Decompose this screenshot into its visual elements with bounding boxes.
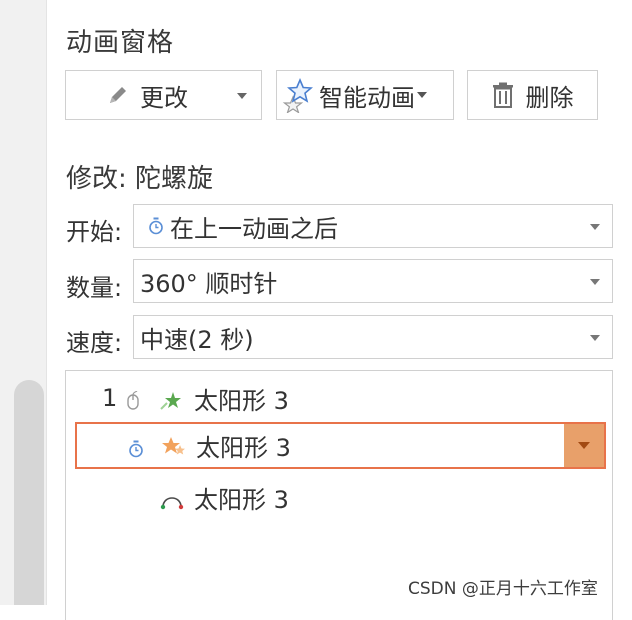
pencil-icon <box>106 83 130 107</box>
motion-path-arc-icon <box>160 488 184 516</box>
amount-label: 数量: <box>66 274 123 302</box>
chevron-down-icon[interactable] <box>590 279 600 285</box>
scrollbar-track[interactable] <box>0 0 46 605</box>
delete-label: 删除 <box>525 83 574 112</box>
panel-divider <box>46 0 47 605</box>
chevron-down-icon[interactable] <box>417 92 427 98</box>
entrance-star-icon <box>160 389 182 417</box>
clock-icon <box>148 217 164 235</box>
animation-list-item[interactable]: 太阳形 3 <box>66 474 612 520</box>
speed-value: 中速(2 秒) <box>140 325 254 354</box>
scrollbar-thumb[interactable] <box>14 380 44 605</box>
trash-icon <box>492 82 514 108</box>
change-effect-label: 更改 <box>140 83 188 112</box>
mouse-click-icon <box>126 389 142 417</box>
smart-star-icon <box>281 77 313 113</box>
emphasis-star-icon <box>161 435 185 463</box>
animation-list-item[interactable]: 1 太阳形 3 <box>66 375 612 421</box>
modify-title: 修改: 陀螺旋 <box>66 164 214 194</box>
smart-animation-label: 智能动画 <box>319 83 415 112</box>
amount-value: 360° 顺时针 <box>140 269 278 298</box>
delete-button[interactable]: 删除 <box>467 70 598 120</box>
pane-title: 动画窗格 <box>66 28 175 58</box>
start-select[interactable]: 在上一动画之后 <box>133 204 613 248</box>
speed-label: 速度: <box>66 329 123 357</box>
smart-animation-button[interactable]: 智能动画 <box>276 70 454 120</box>
chevron-down-icon <box>578 442 590 449</box>
watermark: CSDN @正月十六工作室 <box>408 579 598 599</box>
clock-icon <box>128 436 144 464</box>
animation-name: 太阳形 3 <box>196 434 291 462</box>
start-value: 在上一动画之后 <box>170 214 338 243</box>
start-label: 开始: <box>66 218 123 246</box>
animation-name: 太阳形 3 <box>194 386 289 415</box>
chevron-down-icon[interactable] <box>237 93 247 99</box>
item-dropdown-button[interactable] <box>564 424 604 467</box>
chevron-down-icon[interactable] <box>590 335 600 341</box>
change-effect-button[interactable]: 更改 <box>65 70 262 120</box>
animation-name: 太阳形 3 <box>194 485 289 514</box>
amount-select[interactable]: 360° 顺时针 <box>133 259 613 303</box>
animation-list-item-selected[interactable]: 太阳形 3 <box>75 422 606 469</box>
speed-select[interactable]: 中速(2 秒) <box>133 315 613 359</box>
animation-order: 1 <box>102 384 118 412</box>
chevron-down-icon[interactable] <box>590 224 600 230</box>
